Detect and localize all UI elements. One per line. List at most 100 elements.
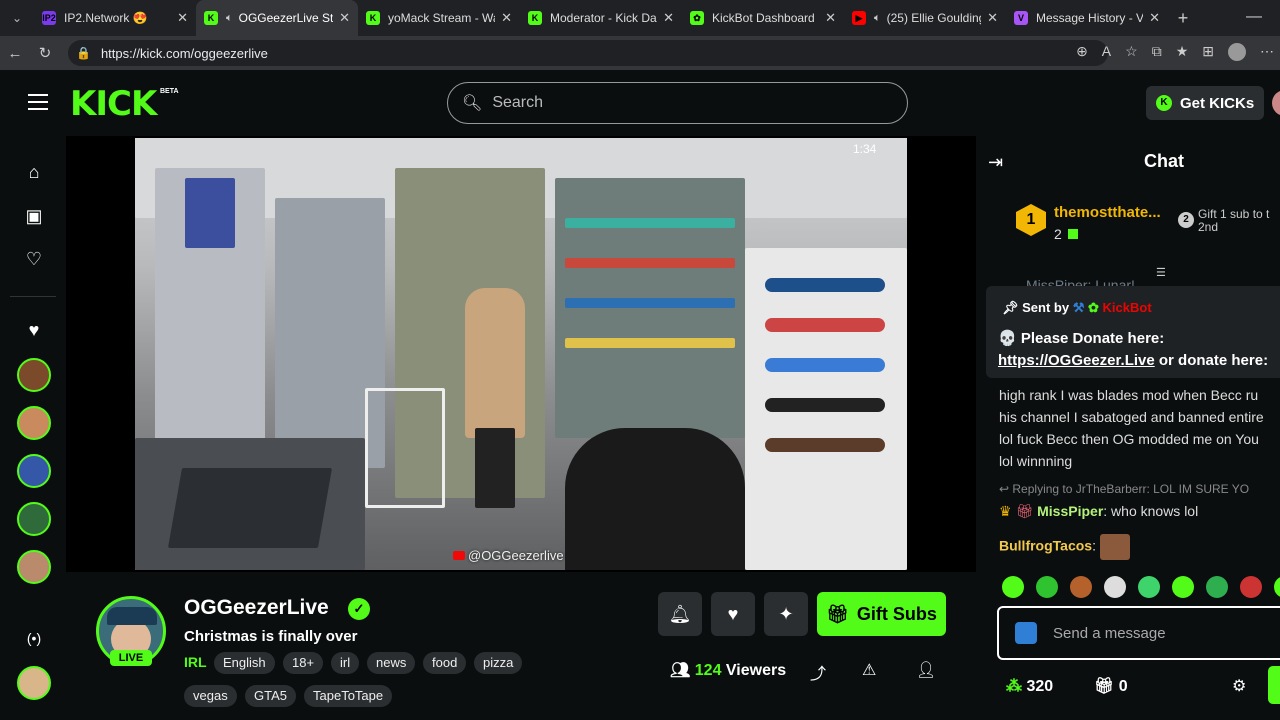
sparkle-icon[interactable]: ✦ [764, 592, 808, 636]
chat-username[interactable]: BullfrogTacos [999, 538, 1092, 554]
chat-settings-gear-icon[interactable]: ⚙ [1232, 676, 1246, 696]
tab-close-icon[interactable]: ✕ [177, 10, 188, 26]
report-icon[interactable]: ⚠ [862, 660, 876, 680]
subs-balance[interactable]: 🎁︎ 0 [1094, 676, 1128, 696]
category-link[interactable]: IRL [184, 654, 207, 670]
stream-tag[interactable]: vegas [184, 685, 237, 707]
followed-channel-avatar[interactable] [17, 454, 51, 488]
minimize-icon[interactable]: — [1246, 8, 1262, 26]
browser-tab[interactable]: ▶ 🔈︎ (25) Ellie Goulding ✕ [844, 0, 1006, 36]
sunglasses [765, 398, 885, 412]
browser-tab-bar: ⌄ IP2 IP2.Network 😍 ✕ K 🔈︎ OGGeezerLive Stre ✕… [0, 0, 1280, 36]
more-icon[interactable]: ⋯ [1260, 43, 1274, 61]
user-avatar[interactable] [1272, 90, 1280, 116]
product-row [565, 218, 735, 228]
pin-icon: 📌︎ [1002, 300, 1019, 315]
emote-button[interactable] [1104, 576, 1126, 598]
tab-close-icon[interactable]: ✕ [987, 10, 998, 26]
sunglasses [765, 318, 885, 332]
notification-bell-icon[interactable]: 🔔︎ [658, 592, 702, 636]
browser-tab[interactable]: IP2 IP2.Network 😍 ✕ [34, 0, 196, 36]
followed-channel-avatar[interactable] [17, 358, 51, 392]
emote-button[interactable] [1036, 576, 1058, 598]
url-field[interactable]: 🔒 https://kick.com/oggeezerlive [68, 40, 1108, 66]
user-settings-icon[interactable]: 👤︎ [916, 660, 936, 680]
leaderboard-username[interactable]: themostthate... [1054, 204, 1161, 221]
video-player[interactable]: @OGGeezerlive 1:34 [66, 136, 976, 572]
tab-audio-icon[interactable]: 🔈︎ [874, 12, 881, 25]
kicks-balance[interactable]: ⁂ 320 [1006, 676, 1053, 696]
follow-heart-icon[interactable]: ♥ [711, 592, 755, 636]
get-kicks-button[interactable]: K Get KICKs [1146, 86, 1264, 120]
kick-logo[interactable]: KICK [70, 84, 157, 124]
read-aloud-icon[interactable]: A [1102, 43, 1111, 61]
stream-tag[interactable]: 18+ [283, 652, 324, 674]
send-chat-button[interactable] [1268, 666, 1280, 704]
chat-username[interactable]: MissPiper [1037, 503, 1103, 519]
emote-button[interactable] [1138, 576, 1160, 598]
browser-tab[interactable]: K 🔈︎ OGGeezerLive Stre ✕ [196, 0, 358, 36]
emote-button[interactable] [1172, 576, 1194, 598]
tab-audio-icon[interactable]: 🔈︎ [226, 12, 233, 25]
tab-search-chevron-icon[interactable]: ⌄ [0, 11, 34, 25]
followed-channel-avatar[interactable] [17, 550, 51, 584]
followed-channel-avatar[interactable] [17, 406, 51, 440]
tab-close-icon[interactable]: ✕ [825, 10, 836, 26]
tab-close-icon[interactable]: ✕ [1149, 10, 1160, 26]
product-row [565, 338, 735, 348]
person [465, 288, 525, 438]
favorite-star-icon[interactable]: ☆ [1125, 43, 1138, 61]
donation-link[interactable]: https://OGGeezer.Live [998, 352, 1155, 369]
zoom-icon[interactable]: ⊕ [1076, 43, 1088, 61]
tab-favicon-icon: ✿ [690, 11, 704, 25]
emote-button[interactable] [1002, 576, 1024, 598]
browse-icon[interactable]: ▣ [22, 206, 46, 227]
emote-button[interactable] [1070, 576, 1092, 598]
new-tab-button[interactable]: + [1168, 8, 1198, 29]
recommended-channel-avatar[interactable] [17, 666, 51, 700]
emote-button[interactable] [1240, 576, 1262, 598]
tab-close-icon[interactable]: ✕ [339, 10, 350, 26]
browser-tab[interactable]: K Moderator - Kick Dashb ✕ [520, 0, 682, 36]
emote-button[interactable] [1274, 576, 1280, 598]
profile-icon[interactable] [1228, 43, 1246, 61]
stream-tag[interactable]: pizza [474, 652, 523, 674]
stream-tag[interactable]: food [423, 652, 467, 674]
favorites-icon[interactable]: ★ [1176, 43, 1189, 61]
channel-name[interactable]: OGGeezerLive [184, 596, 329, 620]
video-frame[interactable]: @OGGeezerlive 1:34 [135, 138, 907, 570]
viewers-icon: 👥︎ [670, 662, 691, 679]
following-icon[interactable]: ♡ [22, 249, 46, 270]
tab-close-icon[interactable]: ✕ [663, 10, 674, 26]
emote-button[interactable] [1206, 576, 1228, 598]
followed-channel-avatar[interactable] [17, 502, 51, 536]
stream-tag[interactable]: English [214, 652, 275, 674]
browser-tab[interactable]: ✿ KickBot Dashboard ✕ [682, 0, 844, 36]
gift-subs-button[interactable]: 🎁︎ Gift Subs [817, 592, 946, 636]
stream-tag[interactable]: news [367, 652, 416, 674]
back-icon[interactable]: ← [0, 45, 30, 62]
kicks-coin-icon: K [1156, 95, 1172, 111]
chat-message-input[interactable]: Send a message [997, 606, 1280, 660]
extensions-icon[interactable]: ⧉ [1152, 43, 1162, 61]
home-icon[interactable]: ⌂ [22, 162, 46, 183]
verified-bot-icon: ✿ [1088, 300, 1099, 315]
search-input[interactable]: 🔍︎ Search [447, 82, 908, 124]
collections-icon[interactable]: ⊞ [1202, 43, 1214, 61]
tab-close-icon[interactable]: ✕ [501, 10, 512, 26]
share-icon[interactable]: ⤴ [810, 660, 826, 684]
pinned-bot-name[interactable]: KickBot [1103, 300, 1152, 315]
chat-message-line: lol winnning [999, 453, 1073, 469]
chat-title: Chat [1144, 151, 1184, 171]
mod-tools-icon[interactable] [1015, 622, 1037, 644]
stream-tag[interactable]: irl [331, 652, 360, 674]
cigarette-wall [555, 178, 745, 438]
browser-tab[interactable]: V Message History - Voxb ✕ [1006, 0, 1168, 36]
stream-tag[interactable]: TapeToTape [304, 685, 393, 707]
pinned-message: 📌︎ Sent by ⚒ ✿ KickBot 💀 Please Donate h… [986, 286, 1280, 378]
collapse-chat-icon[interactable]: ⇥ [988, 152, 1003, 173]
menu-icon[interactable] [28, 94, 48, 112]
reload-icon[interactable]: ↻ [30, 44, 60, 62]
stream-tag[interactable]: GTA5 [245, 685, 296, 707]
browser-tab[interactable]: KyoMack Stream - Watch ✕ [358, 0, 520, 36]
